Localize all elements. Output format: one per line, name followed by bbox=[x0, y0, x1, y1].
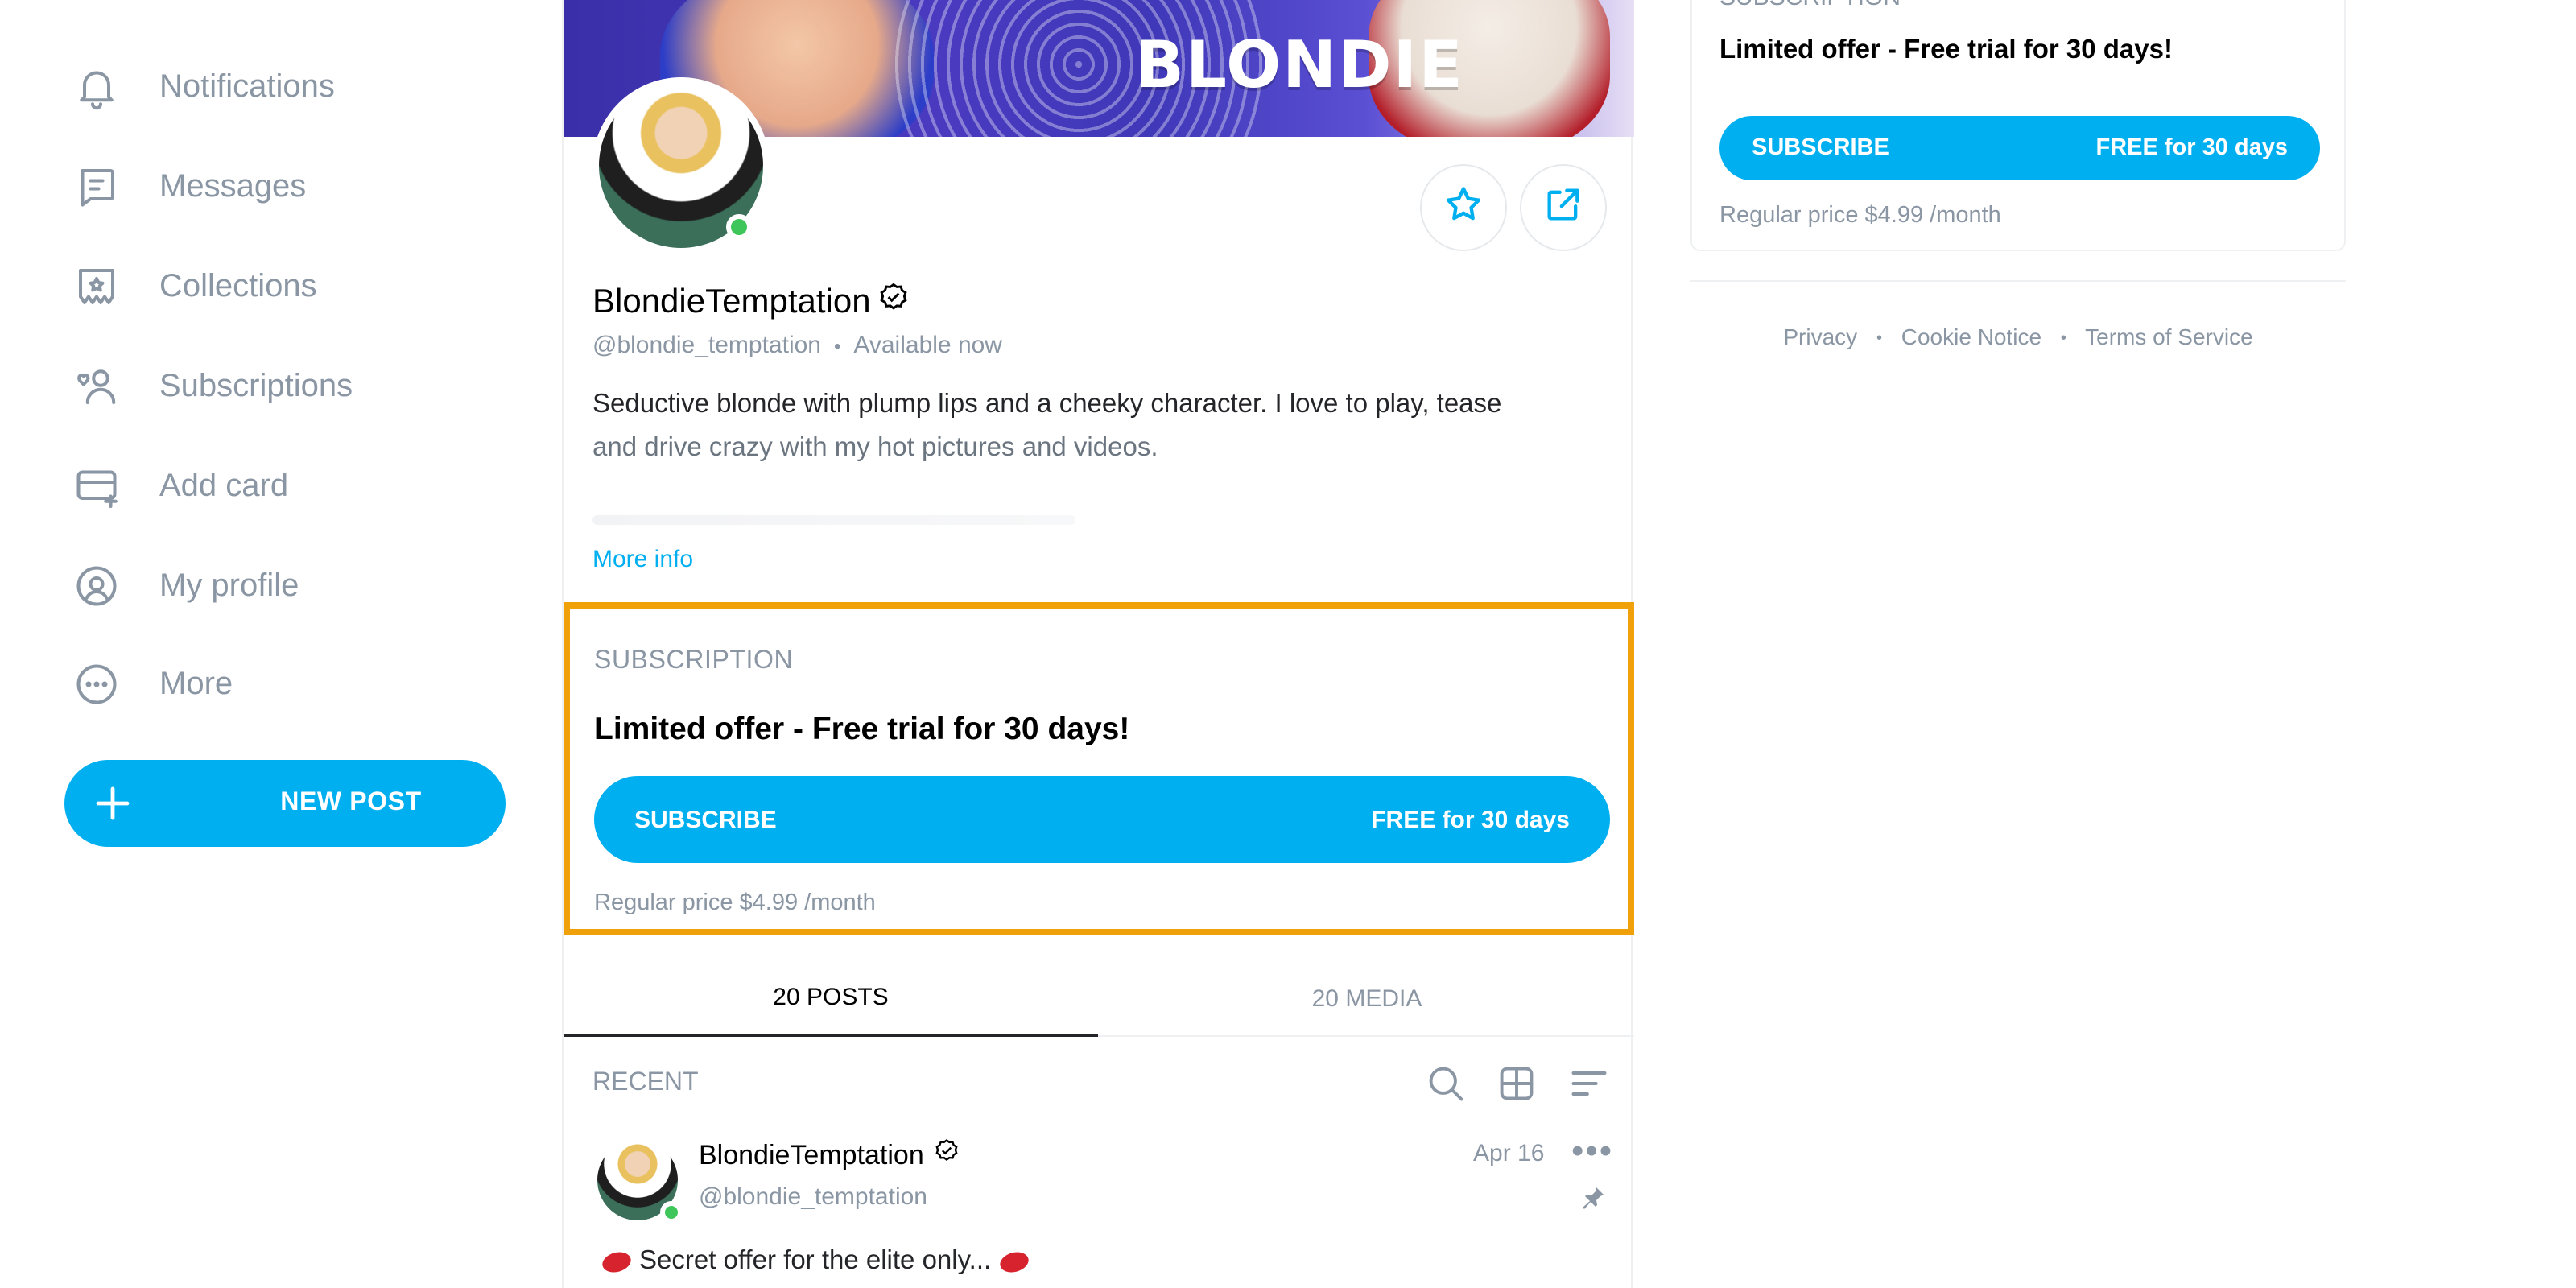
sort-icon[interactable] bbox=[1568, 1063, 1613, 1108]
sidebar-item-label: Messages bbox=[159, 168, 307, 204]
sidebar-item-messages[interactable]: Messages bbox=[71, 155, 306, 219]
sidebar-subscription-card: SUBSCRIPTION Limited offer - Free trial … bbox=[1690, 0, 2346, 251]
bio-fade bbox=[592, 515, 1075, 525]
sidebar-item-add-card[interactable]: Add card bbox=[71, 454, 288, 518]
subscribe-label: SUBSCRIBE bbox=[1752, 135, 1889, 161]
sidebar-item-notifications[interactable]: Notifications bbox=[71, 55, 335, 119]
subscription-label: SUBSCRIPTION bbox=[594, 647, 794, 675]
online-status-dot bbox=[660, 1201, 683, 1224]
sidebar-item-label: More bbox=[159, 666, 233, 701]
bell-icon bbox=[71, 61, 122, 113]
sidebar-divider bbox=[1690, 280, 2346, 282]
sidebar-subscribe-button[interactable]: SUBSCRIBE FREE for 30 days bbox=[1719, 116, 2320, 180]
banner-text: BLONDIE bbox=[1135, 29, 1464, 103]
post-author-row: BlondieTemptation bbox=[699, 1137, 961, 1174]
post-date: Apr 16 bbox=[1473, 1140, 1545, 1167]
post-text: Secret offer for the elite only... bbox=[594, 1246, 1036, 1277]
profile-name: BlondieTemptation bbox=[592, 283, 871, 320]
profile-column: BLONDIE BlondieTemptation @blondie_tempt… bbox=[562, 0, 1634, 1288]
lips-icon bbox=[600, 1248, 634, 1275]
share-button[interactable] bbox=[1520, 164, 1607, 251]
post-text-content: Secret offer for the elite only... bbox=[639, 1246, 992, 1275]
sidebar-nav: Notifications Messages Collections Subsc… bbox=[0, 0, 531, 1288]
cookie-notice-link[interactable]: Cookie Notice bbox=[1901, 324, 2041, 349]
post-more-button[interactable]: ••• bbox=[1571, 1130, 1613, 1172]
card-icon bbox=[71, 460, 122, 512]
more-icon bbox=[71, 658, 122, 710]
subscribe-price: FREE for 30 days bbox=[1371, 806, 1570, 833]
search-icon[interactable] bbox=[1425, 1063, 1470, 1108]
sidebar-item-subscriptions[interactable]: Subscriptions bbox=[71, 354, 353, 419]
post-author-name[interactable]: BlondieTemptation bbox=[699, 1139, 924, 1171]
profile-name-row: BlondieTemptation bbox=[592, 280, 911, 324]
subscribe-label: SUBSCRIBE bbox=[634, 806, 777, 833]
sidebar-item-label: Add card bbox=[159, 468, 289, 503]
profile-bio: Seductive blonde with plump lips and a c… bbox=[592, 383, 1591, 470]
regular-price: Regular price $4.99 /month bbox=[594, 890, 876, 916]
profile-tabs: 20 POSTS 20 MEDIA bbox=[564, 960, 1634, 1037]
footer-links: Privacy • Cookie Notice • Terms of Servi… bbox=[1690, 324, 2346, 349]
star-icon bbox=[1443, 183, 1484, 233]
subscribe-price: FREE for 30 days bbox=[2095, 135, 2288, 161]
favorite-button[interactable] bbox=[1420, 164, 1507, 251]
sidebar-regular-price: Regular price $4.99 /month bbox=[1719, 203, 2001, 229]
subscription-section: SUBSCRIPTION Limited offer - Free trial … bbox=[564, 602, 1634, 935]
subscriptions-icon bbox=[71, 361, 122, 412]
availability-status: Available now bbox=[853, 332, 1002, 359]
terms-link[interactable]: Terms of Service bbox=[2085, 324, 2253, 349]
profile-icon bbox=[71, 560, 122, 612]
sidebar-subscription-title: Limited offer - Free trial for 30 days! bbox=[1719, 35, 2173, 64]
separator-dot: • bbox=[834, 334, 841, 357]
sidebar-item-label: Collections bbox=[159, 268, 317, 303]
tab-posts[interactable]: 20 POSTS bbox=[564, 960, 1098, 1037]
new-post-label: NEW POST bbox=[280, 789, 422, 816]
profile-handle: @blondie_temptation bbox=[592, 332, 821, 359]
sidebar-subscription-label: SUBSCRIPTION bbox=[1719, 0, 1901, 11]
bio-line: Seductive blonde with plump lips and a c… bbox=[592, 390, 1502, 419]
share-icon bbox=[1542, 183, 1584, 233]
sidebar-item-label: My profile bbox=[159, 568, 299, 603]
bio-line: and drive crazy with my hot pictures and… bbox=[592, 433, 1158, 462]
verified-icon bbox=[871, 280, 911, 324]
footer-separator: • bbox=[2060, 329, 2066, 348]
message-icon bbox=[71, 161, 122, 213]
footer-separator: • bbox=[1876, 329, 1882, 348]
plus-icon bbox=[90, 781, 135, 826]
privacy-link[interactable]: Privacy bbox=[1783, 324, 1857, 349]
subscription-title: Limited offer - Free trial for 30 days! bbox=[594, 712, 1130, 747]
online-status-dot bbox=[726, 214, 752, 240]
profile-handle-row: @blondie_temptation • Available now bbox=[592, 332, 1002, 359]
sidebar-item-my-profile[interactable]: My profile bbox=[71, 554, 299, 618]
verified-icon bbox=[924, 1137, 961, 1174]
more-info-link[interactable]: More info bbox=[592, 546, 693, 573]
subscribe-button[interactable]: SUBSCRIBE FREE for 30 days bbox=[594, 776, 1610, 863]
post-author-handle[interactable]: @blondie_temptation bbox=[699, 1183, 927, 1211]
sidebar-item-label: Notifications bbox=[159, 68, 335, 104]
grid-icon[interactable] bbox=[1496, 1063, 1541, 1108]
lips-icon bbox=[997, 1248, 1030, 1275]
pin-icon bbox=[1579, 1185, 1605, 1211]
sidebar-item-collections[interactable]: Collections bbox=[71, 254, 317, 319]
recent-label: RECENT bbox=[592, 1069, 699, 1096]
sidebar-item-label: Subscriptions bbox=[159, 368, 353, 403]
sidebar-item-more[interactable]: More bbox=[71, 652, 233, 716]
collections-icon bbox=[71, 261, 122, 312]
tab-media[interactable]: 20 MEDIA bbox=[1100, 960, 1634, 1037]
new-post-button[interactable]: NEW POST bbox=[64, 760, 506, 847]
